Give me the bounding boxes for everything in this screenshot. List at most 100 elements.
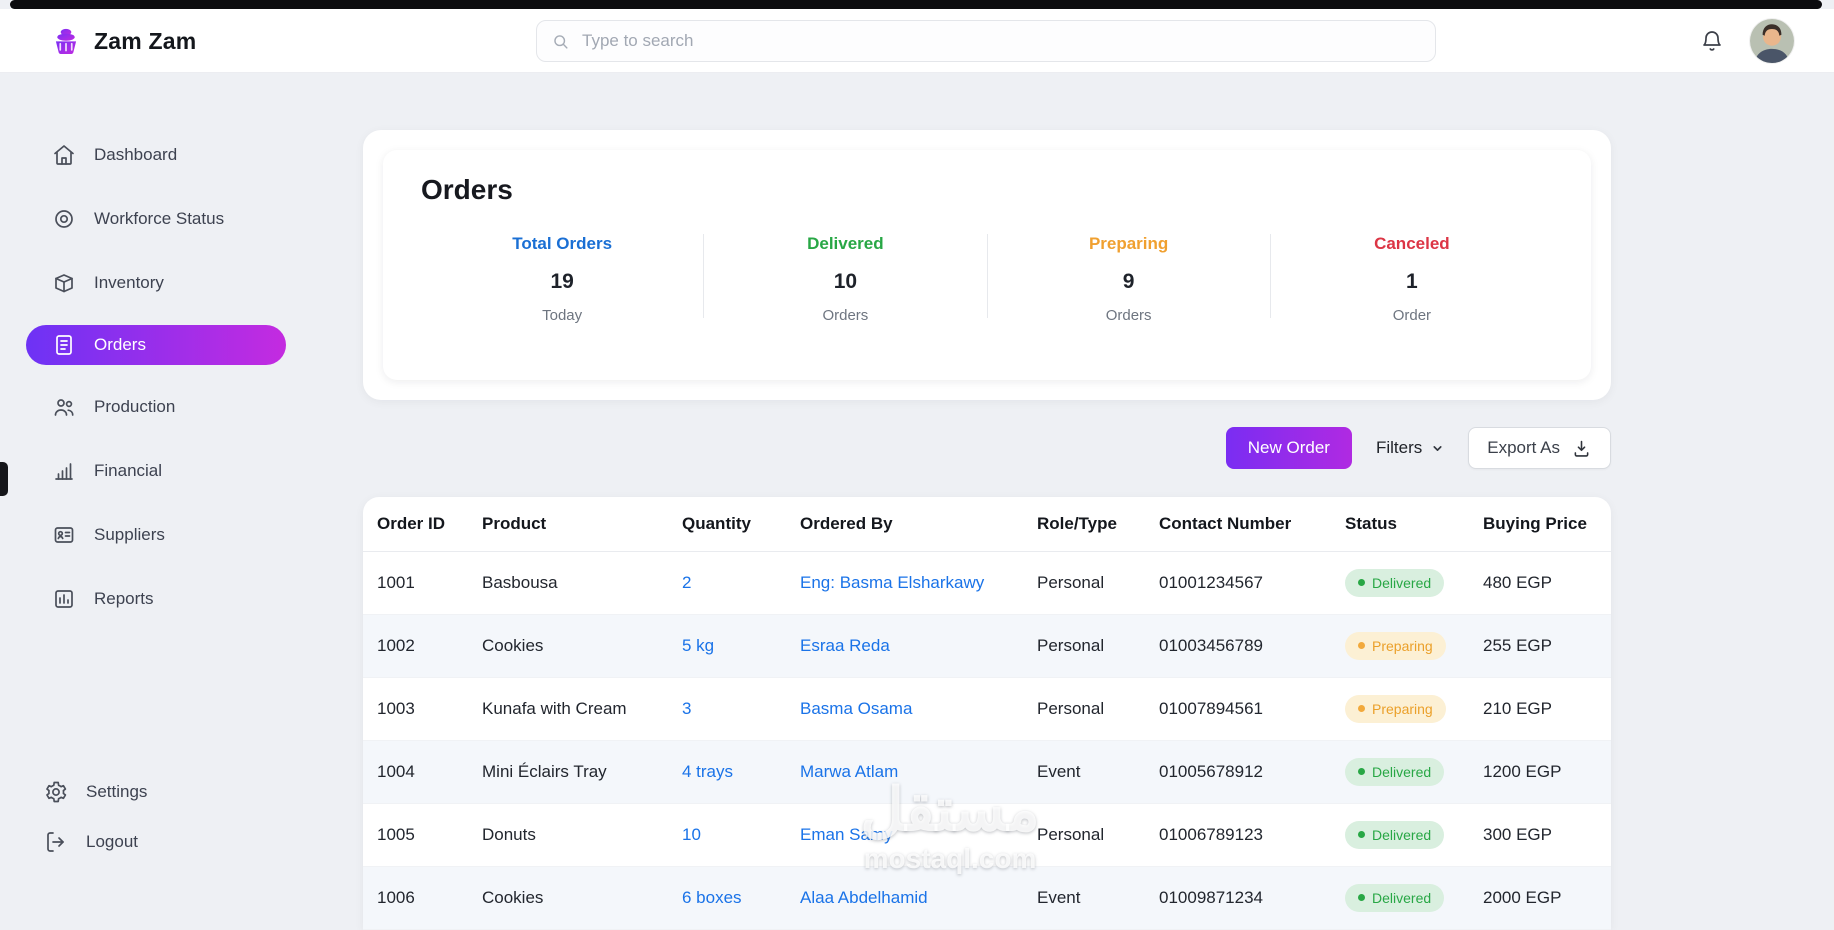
cell-contact-number: 01009871234 — [1145, 866, 1331, 930]
cell-role-type: Event — [1023, 866, 1145, 930]
cell-product: Mini Éclairs Tray — [468, 740, 668, 804]
page-title: Orders — [421, 174, 513, 205]
table-row: 1006 Cookies 6 boxes Alaa Abdelhamid Eve… — [363, 866, 1611, 930]
quantity-link[interactable]: 4 trays — [682, 762, 733, 781]
status-badge: Preparing — [1345, 694, 1446, 723]
sidebar-item-workforce-status[interactable]: Workforce Status — [0, 197, 286, 241]
export-as-button[interactable]: Export As — [1468, 427, 1611, 469]
cell-contact-number: 01001234567 — [1145, 551, 1331, 615]
cell-contact-number: 01006789123 — [1145, 803, 1331, 867]
cell-role-type: Event — [1023, 740, 1145, 804]
status-dot — [1358, 579, 1365, 586]
quantity-link[interactable]: 3 — [682, 699, 691, 718]
sidebar-item-inventory[interactable]: Inventory — [0, 261, 286, 305]
ordered-by-link[interactable]: Eng: Basma Elsharkawy — [800, 573, 984, 592]
orders-table-card: Order ID Product Quantity Ordered By Rol… — [363, 497, 1611, 930]
stat-delivered: Delivered 10 Orders — [704, 232, 986, 324]
sidebar-item-production[interactable]: Production — [0, 385, 286, 429]
quantity-link[interactable]: 10 — [682, 825, 701, 844]
ordered-by-link[interactable]: Basma Osama — [800, 699, 912, 718]
col-header-quantity: Quantity — [668, 497, 786, 552]
cell-buying-price: 1200 EGP — [1469, 740, 1611, 804]
home-icon — [52, 143, 76, 167]
sidebar-item-financial[interactable]: Financial — [0, 449, 286, 493]
orders-summary-card: Orders Total Orders 19 Today Delivered 1… — [363, 130, 1611, 400]
col-header-product: Product — [468, 497, 668, 552]
cell-order-id: 1001 — [363, 551, 468, 615]
cell-order-id: 1004 — [363, 740, 468, 804]
sidebar-item-dashboard[interactable]: Dashboard — [0, 133, 286, 177]
sidebar-item-suppliers[interactable]: Suppliers — [0, 513, 286, 557]
cell-buying-price: 210 EGP — [1469, 677, 1611, 741]
sidebar-item-label: Production — [94, 397, 176, 416]
cell-product: Cookies — [468, 866, 668, 930]
stat-value: 1 — [1406, 270, 1418, 293]
cell-buying-price: 255 EGP — [1469, 614, 1611, 678]
sidebar-item-reports[interactable]: Reports — [0, 577, 286, 621]
window-left-notch — [0, 462, 8, 496]
table-row: 1001 Basbousa 2 Eng: Basma Elsharkawy Pe… — [363, 551, 1611, 615]
status-label: Delivered — [1372, 763, 1432, 780]
filters-button[interactable]: Filters — [1372, 427, 1448, 469]
sidebar-item-label: Reports — [94, 589, 154, 608]
stat-value: 10 — [833, 270, 858, 293]
search-box[interactable] — [536, 20, 1436, 62]
ordered-by-link[interactable]: Marwa Atlam — [800, 762, 898, 781]
bar-chart-icon — [52, 459, 76, 483]
cell-product: Cookies — [468, 614, 668, 678]
table-actions-row: New Order Filters Export As — [363, 427, 1611, 469]
status-badge: Delivered — [1345, 820, 1445, 849]
sidebar: Dashboard Workforce Status Inventory Ord… — [0, 73, 310, 923]
cell-role-type: Personal — [1023, 803, 1145, 867]
status-dot — [1358, 894, 1365, 901]
cell-buying-price: 300 EGP — [1469, 803, 1611, 867]
quantity-link[interactable]: 5 kg — [682, 636, 714, 655]
stat-value: 9 — [1122, 270, 1135, 293]
brand: Zam Zam — [49, 9, 196, 73]
status-badge: Delivered — [1345, 568, 1445, 597]
cell-order-id: 1002 — [363, 614, 468, 678]
sidebar-item-label: Dashboard — [94, 145, 178, 164]
ordered-by-link[interactable]: Esraa Reda — [800, 636, 890, 655]
sidebar-item-label: Orders — [94, 335, 146, 354]
cell-order-id: 1006 — [363, 866, 468, 930]
status-label: Delivered — [1372, 889, 1432, 906]
col-header-ordered-by: Ordered By — [786, 497, 1023, 552]
status-badge: Delivered — [1345, 883, 1445, 912]
cell-contact-number: 01003456789 — [1145, 614, 1331, 678]
cell-order-id: 1003 — [363, 677, 468, 741]
user-avatar[interactable] — [1750, 19, 1794, 63]
status-label: Preparing — [1372, 700, 1433, 717]
table-row: 1002 Cookies 5 kg Esraa Reda Personal 01… — [363, 614, 1611, 678]
quantity-link[interactable]: 6 boxes — [682, 888, 742, 907]
ordered-by-link[interactable]: Eman Samy — [800, 825, 893, 844]
window-top-bar — [10, 0, 1822, 9]
quantity-link[interactable]: 2 — [682, 573, 691, 592]
stat-label: Delivered — [807, 234, 884, 253]
sidebar-item-label: Suppliers — [94, 525, 165, 544]
sidebar-footer: Settings Logout — [0, 770, 310, 864]
sidebar-item-orders[interactable]: Orders — [26, 325, 286, 365]
stat-sublabel: Orders — [822, 307, 869, 324]
orders-table: Order ID Product Quantity Ordered By Rol… — [363, 497, 1611, 930]
cell-buying-price: 2000 EGP — [1469, 866, 1611, 930]
cell-role-type: Personal — [1023, 614, 1145, 678]
gear-icon — [44, 780, 68, 804]
status-dot — [1358, 768, 1365, 775]
filters-label: Filters — [1375, 438, 1423, 457]
notifications-bell-icon[interactable] — [1700, 29, 1724, 53]
search-input[interactable] — [580, 30, 1421, 52]
orders-summary-inner: Orders Total Orders 19 Today Delivered 1… — [383, 150, 1591, 380]
table-row: 1005 Donuts 10 Eman Samy Personal 010067… — [363, 803, 1611, 867]
stat-canceled: Canceled 1 Order — [1271, 232, 1553, 324]
new-order-button[interactable]: New Order — [1225, 427, 1352, 469]
search-icon — [554, 34, 568, 49]
status-label: Preparing — [1372, 637, 1433, 654]
sidebar-item-settings[interactable]: Settings — [0, 770, 286, 814]
sidebar-item-logout[interactable]: Logout — [0, 820, 286, 864]
download-icon — [1574, 440, 1589, 457]
stat-sublabel: Today — [542, 307, 583, 324]
col-header-role-type: Role/Type — [1023, 497, 1145, 552]
ordered-by-link[interactable]: Alaa Abdelhamid — [800, 888, 928, 907]
cell-buying-price: 480 EGP — [1469, 551, 1611, 615]
